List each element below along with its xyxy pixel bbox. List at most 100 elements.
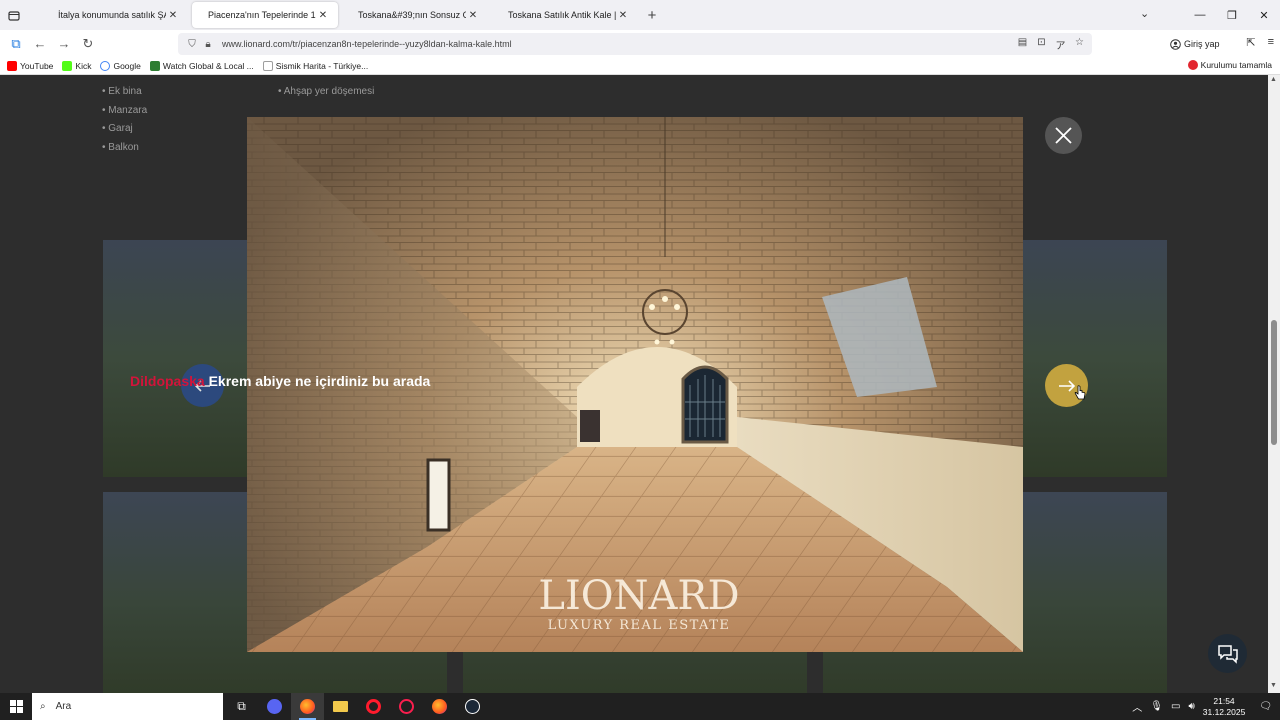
tab-toskana-kale[interactable]: Toskana Satılık Antik Kale | Lion ✕ <box>492 2 638 28</box>
lightbox-close-button[interactable] <box>1045 117 1082 154</box>
tab-close-icon[interactable]: ✕ <box>166 10 180 21</box>
features-list-right: Ahşap yer döşemesi <box>278 86 375 105</box>
new-tab-plus-icon[interactable]: + <box>638 7 666 24</box>
taskbar-search[interactable]: ⌕ Ara <box>32 693 223 720</box>
complete-setup-button[interactable]: Kurulumu tamamla <box>1187 60 1272 70</box>
minimize-icon[interactable]: — <box>1184 9 1216 21</box>
taskbar-app-firefox[interactable] <box>291 693 324 720</box>
bookmark-sismik-harita[interactable]: Sismik Harita - Türkiye... <box>262 60 369 71</box>
signin-button[interactable]: Giriş yap <box>1170 35 1220 53</box>
reader-view-icon[interactable]: ▤ <box>1016 37 1029 52</box>
clock-date: 31.12.2025 <box>1202 706 1246 717</box>
bookmark-label: Google <box>113 60 141 71</box>
sidebar-toggle-icon[interactable]: ⧉ <box>4 36 28 52</box>
close-window-icon[interactable]: ✕ <box>1248 9 1280 22</box>
globe-icon <box>262 60 273 71</box>
toolbar-right: ⇱ ≡ <box>1246 36 1274 49</box>
network-icon[interactable]: ▭ <box>1171 701 1180 712</box>
tab-title: Toskana Satılık Antik Kale | Lion <box>508 10 616 20</box>
overlay-brand: Dildopaska <box>130 373 205 389</box>
tab-list-button[interactable] <box>0 0 28 30</box>
translate-icon[interactable]: ア <box>1054 37 1067 52</box>
scroll-up-icon[interactable]: ▲ <box>1270 76 1277 83</box>
close-icon <box>1055 127 1072 144</box>
bookmark-label: Watch Global & Local ... <box>162 60 254 71</box>
restore-icon[interactable]: ❐ <box>1216 9 1248 22</box>
tab-italya-sato[interactable]: İtalya konumunda satılık ŞATO | Li ✕ <box>42 2 188 28</box>
taskbar-app-file-explorer[interactable] <box>324 693 357 720</box>
tab-overflow-chevron-icon[interactable]: ⌄ <box>1140 7 1149 20</box>
bookmark-star-icon[interactable]: ☆ <box>1073 37 1086 52</box>
taskbar-app-firefox-2[interactable] <box>423 693 456 720</box>
feature-item: Garaj <box>102 123 147 142</box>
tv-icon <box>149 60 160 71</box>
shield-icon[interactable]: ⛉ <box>184 39 200 50</box>
hand-cursor-icon <box>1074 385 1086 400</box>
url-text[interactable]: www.lionard.com/tr/piacenzan8n-tepelerin… <box>222 39 512 49</box>
feature-item: Ek bina <box>102 86 147 105</box>
clock[interactable]: 21:54 31.12.2025 <box>1203 696 1246 718</box>
windows-logo-icon <box>9 700 23 713</box>
bookmark-label: Sismik Harita - Türkiye... <box>275 60 369 71</box>
watermark-subtitle: LUXURY REAL ESTATE <box>548 618 731 633</box>
bookmarks-bar: YouTube Kick Google Watch Global & Local… <box>0 57 1280 75</box>
volume-icon[interactable]: 🔊︎ <box>1188 701 1194 712</box>
menu-hamburger-icon[interactable]: ≡ <box>1268 36 1274 49</box>
chat-button[interactable] <box>1208 634 1247 673</box>
gallery-thumb[interactable] <box>103 240 247 477</box>
tab-close-icon[interactable]: ✕ <box>466 10 480 21</box>
address-bar[interactable]: ⛉ 🔒︎ www.lionard.com/tr/piacenzan8n-tepe… <box>178 33 1092 55</box>
gallery-thumb[interactable] <box>1023 240 1167 477</box>
chat-bubbles-icon <box>1217 644 1238 664</box>
google-icon <box>100 60 111 71</box>
opera-icon <box>366 699 381 714</box>
kick-icon <box>62 60 73 71</box>
start-button[interactable] <box>0 693 32 720</box>
setup-icon <box>1187 60 1198 70</box>
signin-label: Giriş yap <box>1184 39 1220 49</box>
taskbar-app-discord[interactable] <box>258 693 291 720</box>
bookmark-kick[interactable]: Kick <box>62 60 92 71</box>
folder-icon <box>333 701 348 712</box>
arrow-right-icon <box>1058 379 1075 392</box>
page-scrollbar[interactable]: ▲ ▼ <box>1268 75 1280 693</box>
tab-title: Toskana&#39;nın Sonsuz Güzell <box>358 10 466 20</box>
reload-icon[interactable]: ↻ <box>76 36 100 52</box>
complete-setup-label: Kurulumu tamamla <box>1200 60 1272 70</box>
bookmark-google[interactable]: Google <box>100 60 141 71</box>
watermark-logo: LIONARD <box>538 573 739 619</box>
tab-toskana-guzell[interactable]: Toskana&#39;nın Sonsuz Güzell ✕ <box>342 2 488 28</box>
account-icon <box>1170 38 1181 50</box>
tab-title: Piacenza'nın Tepelerinde 12. Yü <box>208 10 316 20</box>
tab-strip: İtalya konumunda satılık ŞATO | Li ✕ Pia… <box>0 0 1280 30</box>
back-arrow-icon[interactable]: ← <box>28 36 52 51</box>
tab-close-icon[interactable]: ✕ <box>616 10 630 21</box>
stream-overlay-caption: Dildopaska Ekrem abiye ne içirdiniz bu a… <box>130 373 430 389</box>
firefox-icon <box>432 699 447 714</box>
scroll-thumb[interactable] <box>1271 320 1277 445</box>
bookmark-watch-global[interactable]: Watch Global & Local ... <box>149 60 254 71</box>
screenshot-icon[interactable]: ⊡ <box>1035 37 1048 52</box>
taskbar-app-steam[interactable] <box>456 693 489 720</box>
tab-close-icon[interactable]: ✕ <box>316 10 330 21</box>
tab-piacenza[interactable]: Piacenza'nın Tepelerinde 12. Yü ✕ <box>192 2 338 28</box>
task-view-icon: ⧉ <box>237 699 246 713</box>
taskbar-app-opera-gx[interactable] <box>390 693 423 720</box>
notifications-icon[interactable]: 🗨︎ <box>1259 701 1272 712</box>
search-icon: ⌕ <box>40 701 46 712</box>
tray-overflow-chevron-icon[interactable]: ︿ <box>1132 699 1142 714</box>
clock-time: 21:54 <box>1213 695 1235 706</box>
forward-arrow-icon[interactable]: → <box>52 36 76 51</box>
scroll-down-icon[interactable]: ▼ <box>1270 682 1277 689</box>
opera-gx-icon <box>399 699 414 714</box>
microphone-icon[interactable]: 🎙︎ <box>1150 701 1163 712</box>
taskbar-app-opera[interactable] <box>357 693 390 720</box>
navigation-bar: ⧉ ← → ↻ ⛉ 🔒︎ www.lionard.com/tr/piacenza… <box>0 30 1280 57</box>
features-list-left: Ek bina Manzara Garaj Balkon <box>102 86 147 160</box>
tab-title: İtalya konumunda satılık ŞATO | Li <box>58 10 166 20</box>
lock-icon[interactable]: 🔒︎ <box>200 39 216 50</box>
bookmark-youtube[interactable]: YouTube <box>7 60 53 71</box>
extensions-icon[interactable]: ⇱ <box>1246 36 1255 49</box>
bookmark-label: Kick <box>75 60 92 71</box>
task-view-button[interactable]: ⧉ <box>225 693 258 720</box>
